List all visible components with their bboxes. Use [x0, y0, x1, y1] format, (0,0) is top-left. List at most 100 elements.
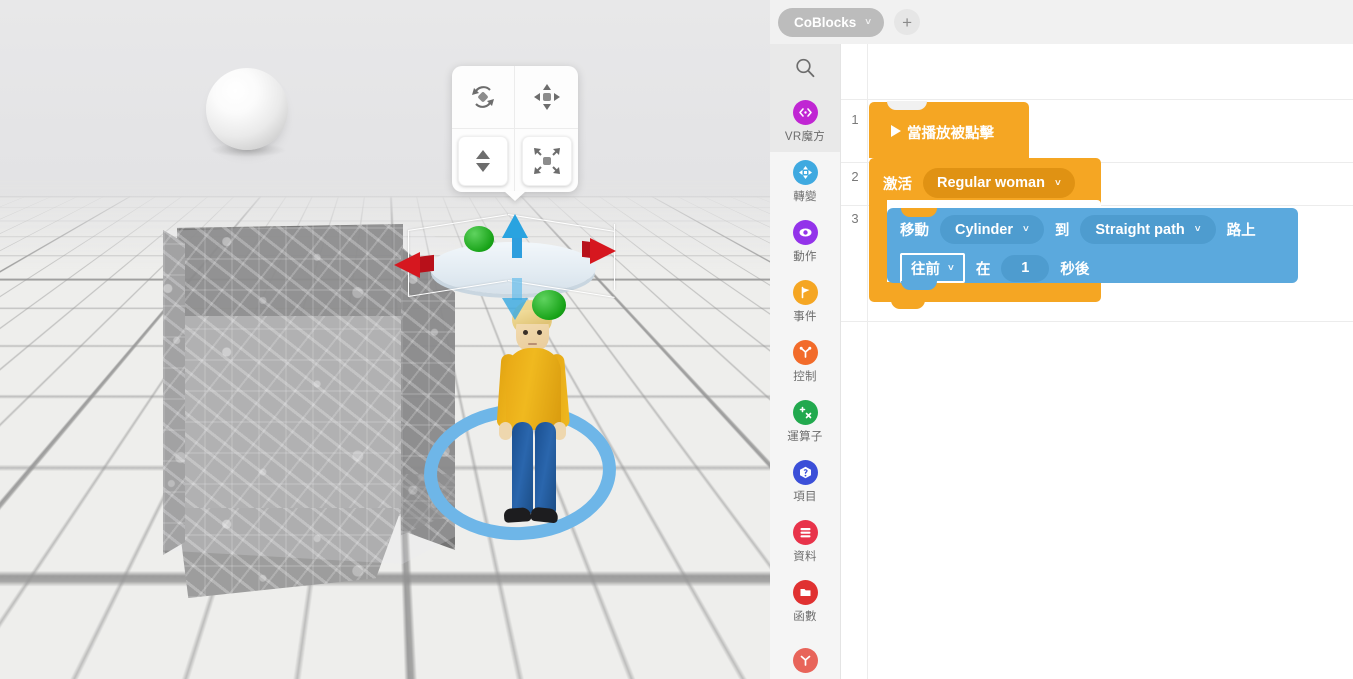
tab-bar: CoBlocks ˅ + — [770, 0, 1353, 44]
chevron-down-icon: ˅ — [1023, 224, 1029, 235]
app-root: CoBlocks ˅ + VR魔方 轉變 動作 事件 控制 運算子 項目 資料 … — [0, 0, 1353, 679]
dropdown-value: Regular woman — [937, 175, 1045, 191]
rotate-icon — [472, 86, 494, 108]
elevate-tool-button[interactable] — [452, 129, 515, 192]
block-move-row-1: 移動 Cylinder ˅ 到 Straight path ˅ 路上 — [900, 215, 1256, 244]
input-move-duration[interactable]: 1 — [1001, 254, 1050, 282]
block-when-play-clicked[interactable]: 當播放被點擊 — [869, 101, 1029, 158]
add-tab-button[interactable]: + — [894, 9, 921, 35]
scale-expand-icon — [533, 147, 560, 174]
sidebar-item-vr-cube[interactable]: VR魔方 — [770, 92, 840, 152]
panel-body: VR魔方 轉變 動作 事件 控制 運算子 項目 資料 函數 1 2 3 當播放被… — [770, 44, 1353, 679]
blocks-canvas[interactable]: 1 2 3 當播放被點擊 激活 Regular woman ˅ 移動 Cylin… — [841, 44, 1353, 679]
eye-icon — [792, 220, 818, 245]
cylinder-object-selected[interactable] — [394, 214, 622, 320]
transform-tool-palette[interactable] — [452, 66, 578, 192]
gutter-divider — [867, 44, 868, 679]
block-move-along-path[interactable]: 移動 Cylinder ˅ 到 Straight path ˅ 路上 往前 ˅ … — [887, 208, 1298, 290]
row-separator — [841, 321, 1353, 322]
character-leg-right — [535, 422, 556, 514]
list-icon — [792, 520, 818, 545]
plus-glyph — [799, 406, 811, 419]
search-icon — [796, 58, 815, 78]
block-label: 當播放被點擊 — [907, 126, 994, 142]
flag-glyph — [801, 286, 809, 299]
fork-icon — [792, 340, 818, 365]
search-button[interactable] — [770, 44, 840, 92]
sidebar-item-label: 控制 — [793, 371, 817, 383]
dropdown-move-path[interactable]: Straight path ˅ — [1080, 215, 1216, 244]
dropdown-activate-target[interactable]: Regular woman ˅ — [923, 168, 1075, 198]
sidebar-item-label: 函數 — [793, 611, 817, 623]
block-move-bottom-notch — [901, 281, 937, 290]
folder-icon — [792, 580, 818, 605]
sidebar-item-items[interactable]: 項目 — [770, 452, 840, 512]
sidebar-item-control[interactable]: 控制 — [770, 332, 840, 392]
rotate-tool-button[interactable] — [452, 66, 515, 129]
brackets-glyph — [798, 108, 812, 117]
sidebar-item-transform[interactable]: 轉變 — [770, 152, 840, 212]
plus-icon: + — [902, 12, 913, 32]
splitter-bar — [759, 405, 763, 429]
sidebar-item-action[interactable]: 動作 — [770, 212, 840, 272]
gizmo-handle-green-back[interactable] — [464, 226, 494, 252]
sphere-object[interactable] — [206, 68, 288, 150]
block-top-notch — [887, 101, 927, 110]
dropdown-value: Cylinder — [955, 221, 1014, 238]
chevron-down-icon: ˅ — [865, 16, 872, 28]
move-arrows-icon — [533, 84, 560, 110]
3d-viewport[interactable] — [0, 0, 770, 679]
block-label-to: 到 — [1054, 223, 1070, 239]
move-tool-button[interactable] — [515, 66, 578, 129]
character-torso — [506, 348, 561, 430]
gizmo-handle-green-front[interactable] — [532, 290, 566, 320]
panel-splitter[interactable] — [752, 404, 764, 430]
sidebar-item-label: 事件 — [793, 311, 817, 323]
dropdown-value: 往前 — [911, 261, 940, 278]
character-mouth — [528, 343, 537, 345]
code-brackets-icon — [792, 100, 818, 125]
up-down-arrows-icon — [476, 149, 490, 172]
block-label-after: 秒後 — [1060, 261, 1090, 278]
block-move-row-2: 往前 ˅ 在 1 秒後 — [900, 253, 1089, 283]
branch-icon — [792, 648, 818, 673]
regular-woman-character[interactable] — [486, 300, 578, 532]
dropdown-move-object[interactable]: Cylinder ˅ — [940, 215, 1044, 244]
play-triangle-icon — [891, 125, 901, 137]
four-arrows-glyph — [798, 166, 812, 179]
sidebar-item-label: 運算子 — [787, 431, 823, 443]
gizmo-axis-right-arrow[interactable] — [590, 238, 616, 264]
cube-icon — [792, 460, 818, 485]
coblocks-panel: CoBlocks ˅ + VR魔方 轉變 動作 事件 控制 運算子 項目 資料 … — [770, 0, 1353, 679]
cube-glyph — [799, 466, 811, 479]
gizmo-axis-up-arrow[interactable] — [502, 214, 528, 238]
sidebar-item-events[interactable]: 事件 — [770, 272, 840, 332]
row-number: 3 — [851, 211, 859, 226]
gizmo-up-stem — [512, 236, 522, 258]
input-value: 1 — [1021, 260, 1030, 276]
sidebar-item-label: 項目 — [793, 491, 817, 503]
character-shoe-left — [503, 507, 532, 523]
tab-coblocks[interactable]: CoBlocks ˅ — [778, 7, 885, 37]
sidebar-item-data[interactable]: 資料 — [770, 512, 840, 572]
flag-icon — [792, 280, 818, 305]
character-eye-right — [537, 330, 542, 335]
horizon-line — [0, 196, 770, 198]
category-sidebar: VR魔方 轉變 動作 事件 控制 運算子 項目 資料 函數 — [770, 44, 841, 679]
sidebar-item-functions[interactable]: 函數 — [770, 572, 840, 632]
gizmo-down-stem — [512, 278, 522, 300]
dropdown-move-direction[interactable]: 往前 ˅ — [900, 253, 965, 283]
block-bottom-notch — [891, 300, 925, 309]
row-separator — [841, 99, 1353, 100]
sidebar-item-label: VR魔方 — [784, 131, 826, 143]
folder-glyph — [800, 589, 810, 596]
sidebar-item-extra[interactable] — [770, 632, 840, 679]
character-eye-left — [523, 330, 528, 335]
sidebar-item-label: 轉變 — [793, 191, 817, 203]
scale-tool-button[interactable] — [515, 129, 578, 192]
sidebar-item-operators[interactable]: 運算子 — [770, 392, 840, 452]
dropdown-value: Straight path — [1095, 221, 1185, 238]
gizmo-axis-left-arrow[interactable] — [394, 252, 420, 278]
chevron-down-icon: ˅ — [1054, 177, 1061, 189]
gizmo-axis-down-arrow[interactable] — [502, 298, 528, 320]
